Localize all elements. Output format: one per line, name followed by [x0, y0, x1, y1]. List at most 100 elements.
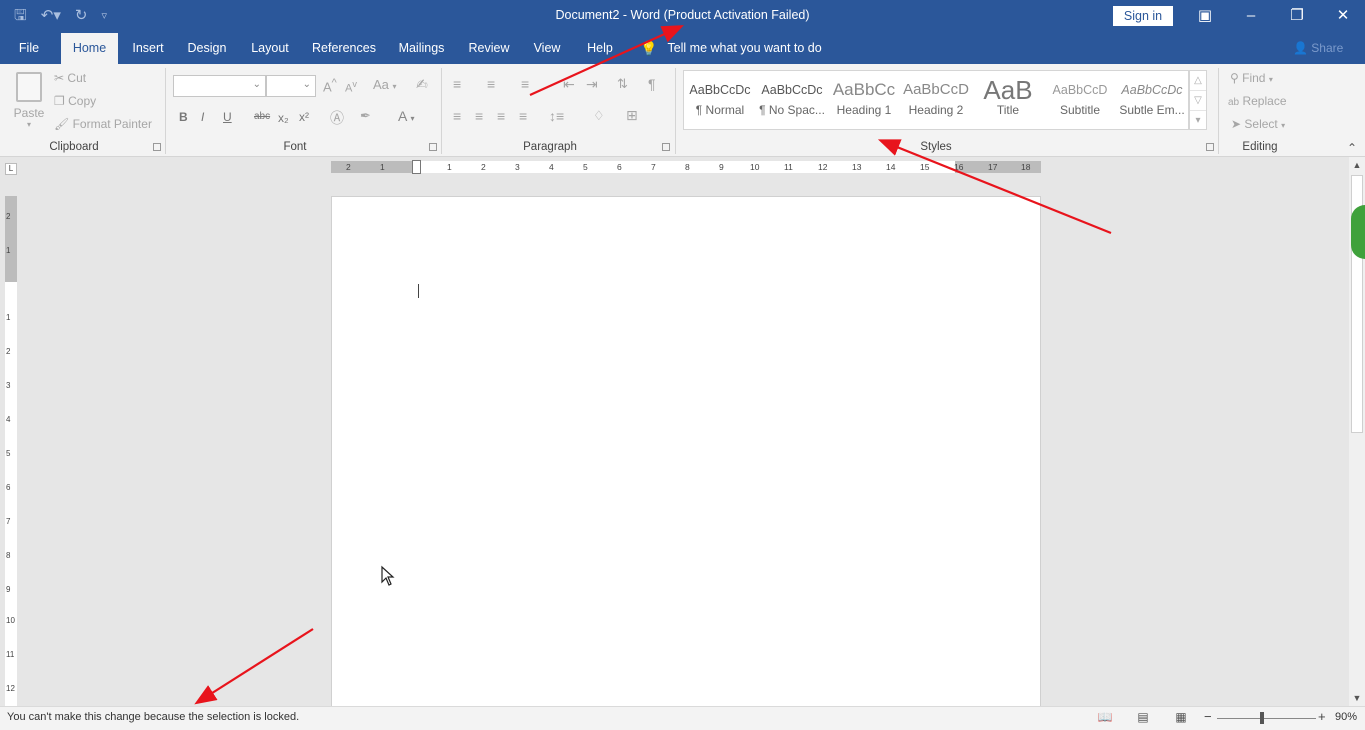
- paragraph-group-label: Paragraph: [523, 141, 577, 153]
- bullets-icon[interactable]: ≡: [453, 76, 461, 92]
- subscript-button[interactable]: x₂: [278, 111, 289, 125]
- line-spacing-icon[interactable]: ↕≡: [549, 108, 564, 124]
- zoom-slider-thumb[interactable]: [1259, 712, 1264, 724]
- ribbon-display-options-icon[interactable]: ▣: [1182, 0, 1228, 32]
- read-mode-icon[interactable]: 📖: [1097, 710, 1113, 724]
- style-title[interactable]: AaB Title: [975, 77, 1041, 127]
- replace-label: Replace: [1242, 94, 1287, 108]
- tab-home[interactable]: Home: [61, 33, 118, 64]
- chevron-up-icon[interactable]: △: [1190, 71, 1206, 91]
- style-preview: AaBbCcD: [1052, 83, 1108, 97]
- scroll-down-icon[interactable]: ▼: [1349, 690, 1365, 706]
- font-launcher-icon[interactable]: [429, 143, 437, 151]
- left-margin-area: [331, 161, 417, 173]
- tell-me-text: Tell me what you want to do: [667, 41, 822, 55]
- paste-label: Paste: [13, 106, 45, 120]
- cut-button[interactable]: ✂ Cut: [54, 71, 86, 85]
- tab-layout[interactable]: Layout: [244, 33, 296, 64]
- text-caret: [418, 284, 419, 298]
- align-left-icon[interactable]: ≡: [453, 108, 461, 124]
- shading-icon[interactable]: ♢: [593, 108, 605, 124]
- style-preview: AaBbCcDc: [1121, 83, 1183, 97]
- group-divider: [675, 68, 676, 154]
- paintbrush-icon: 🖌: [54, 117, 70, 131]
- tell-me-box[interactable]: 💡 Tell me what you want to do: [640, 33, 822, 64]
- zoom-in-button[interactable]: +: [1318, 709, 1326, 724]
- multilevel-list-icon[interactable]: ≡: [521, 76, 529, 92]
- justify-icon[interactable]: ≡: [519, 108, 527, 124]
- style-subtitle[interactable]: AaBbCcD Subtitle: [1047, 77, 1113, 127]
- tab-mailings[interactable]: Mailings: [392, 33, 451, 64]
- change-case-button[interactable]: Aa ▾: [373, 77, 397, 92]
- grow-font-button[interactable]: A^: [323, 77, 337, 94]
- tab-insert[interactable]: Insert: [125, 33, 171, 64]
- horizontal-ruler[interactable]: 2 1 1 2 3 4 5 6 7 8 9 10 11 12 13 14 15 …: [331, 160, 1041, 174]
- print-layout-icon[interactable]: ▤: [1135, 710, 1151, 724]
- style-heading-2[interactable]: AaBbCcD Heading 2: [903, 77, 969, 127]
- web-layout-icon[interactable]: ▦: [1173, 710, 1189, 724]
- scroll-up-icon[interactable]: ▲: [1349, 157, 1365, 173]
- clear-formatting-icon[interactable]: ✍: [416, 76, 428, 93]
- align-right-icon[interactable]: ≡: [497, 108, 505, 124]
- borders-icon[interactable]: ⊞: [626, 107, 638, 124]
- tab-view[interactable]: View: [527, 33, 567, 64]
- green-overlay-icon[interactable]: [1351, 205, 1365, 259]
- tab-help[interactable]: Help: [580, 33, 620, 64]
- underline-button[interactable]: U: [223, 110, 232, 124]
- tab-design[interactable]: Design: [181, 33, 233, 64]
- strikethrough-button[interactable]: abc: [254, 111, 270, 122]
- person-icon: 👤: [1293, 41, 1308, 55]
- tab-review[interactable]: Review: [463, 33, 515, 64]
- chevron-down-icon[interactable]: ▽: [1190, 91, 1206, 111]
- vertical-ruler[interactable]: 2 1 1 2 3 4 5 6 7 8 9 10 11 12: [5, 196, 17, 706]
- decrease-indent-icon[interactable]: ⇤: [563, 76, 575, 93]
- font-size-combo[interactable]: ⌄: [266, 75, 316, 97]
- paste-button[interactable]: Paste ▾: [10, 69, 48, 137]
- ruler-number: 6: [617, 162, 622, 172]
- ruler-number: 14: [886, 162, 896, 172]
- highlight-color-icon[interactable]: ✒: [360, 108, 371, 124]
- styles-launcher-icon[interactable]: [1206, 143, 1214, 151]
- restore-icon[interactable]: ❐: [1274, 0, 1320, 32]
- tab-references[interactable]: References: [307, 33, 381, 64]
- format-painter-button[interactable]: 🖌 Format Painter: [54, 117, 152, 131]
- document-page[interactable]: [331, 196, 1041, 708]
- select-button[interactable]: ➤ Select ▾: [1231, 117, 1285, 131]
- more-styles-icon[interactable]: ▾: [1190, 111, 1206, 131]
- style-subtle-emphasis[interactable]: AaBbCcDc Subtle Em...: [1119, 77, 1185, 127]
- text-effects-icon[interactable]: Ⓐ: [330, 108, 344, 128]
- close-icon[interactable]: ✕: [1320, 0, 1365, 32]
- style-name: Title: [996, 103, 1020, 117]
- copy-button[interactable]: ❐ Copy: [54, 94, 96, 108]
- clipboard-launcher-icon[interactable]: [153, 143, 161, 151]
- shrink-font-button[interactable]: Av: [345, 79, 357, 95]
- bold-button[interactable]: B: [179, 110, 188, 124]
- tab-selector-icon[interactable]: L: [5, 163, 17, 175]
- zoom-level[interactable]: 90%: [1335, 711, 1357, 723]
- style-name: Heading 2: [908, 103, 964, 117]
- zoom-out-button[interactable]: −: [1204, 709, 1212, 724]
- tab-file[interactable]: File: [8, 33, 50, 64]
- show-formatting-marks-icon[interactable]: ¶: [648, 76, 656, 92]
- sort-icon[interactable]: ⇅: [617, 76, 628, 92]
- sign-in-button[interactable]: Sign in: [1113, 6, 1173, 26]
- style-normal[interactable]: AaBbCcDc ¶ Normal: [687, 77, 753, 127]
- increase-indent-icon[interactable]: ⇥: [586, 76, 598, 93]
- zoom-slider[interactable]: [1217, 718, 1316, 719]
- share-button[interactable]: 👤 Share: [1293, 33, 1343, 64]
- align-center-icon[interactable]: ≡: [475, 108, 483, 124]
- minimize-icon[interactable]: –: [1228, 0, 1274, 32]
- find-button[interactable]: ⚲ Find ▾: [1230, 71, 1273, 85]
- replace-button[interactable]: ab Replace: [1228, 94, 1287, 108]
- numbering-icon[interactable]: ≡: [487, 76, 495, 92]
- font-name-combo[interactable]: ⌄: [173, 75, 266, 97]
- indent-marker-icon[interactable]: [412, 160, 421, 174]
- superscript-button[interactable]: x²: [299, 110, 309, 124]
- italic-button[interactable]: I: [201, 110, 204, 124]
- paragraph-launcher-icon[interactable]: [662, 143, 670, 151]
- font-color-button[interactable]: A ▾: [398, 108, 414, 124]
- style-heading-1[interactable]: AaBbCc Heading 1: [831, 77, 897, 127]
- lightbulb-icon: 💡: [640, 40, 658, 56]
- style-no-spacing[interactable]: AaBbCcDc ¶ No Spac...: [759, 77, 825, 127]
- collapse-ribbon-icon[interactable]: ⌃: [1347, 141, 1357, 155]
